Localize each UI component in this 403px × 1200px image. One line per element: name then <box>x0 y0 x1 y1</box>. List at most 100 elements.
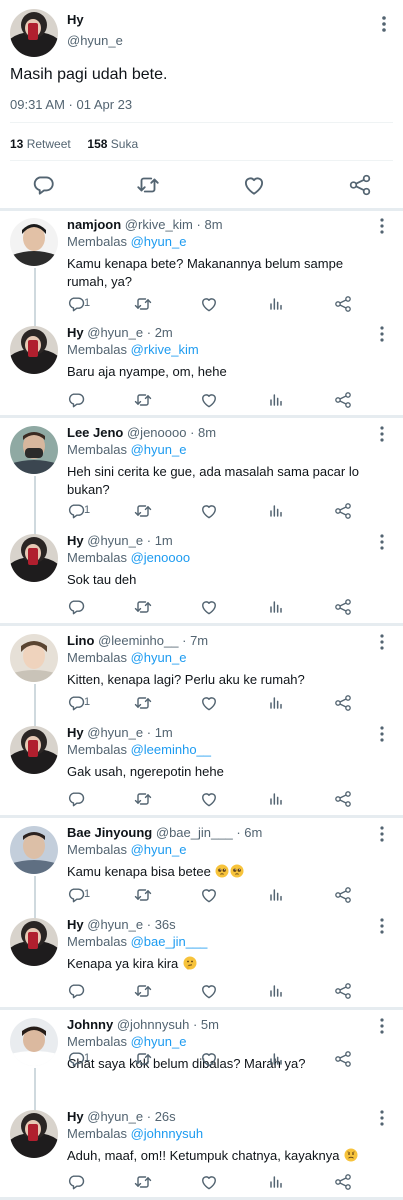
reply-author-handle[interactable]: @hyun_e <box>87 533 143 548</box>
more-icon[interactable] <box>374 217 390 235</box>
heart-icon[interactable] <box>199 294 219 314</box>
reply-age[interactable]: 8m <box>198 425 216 440</box>
reply-author-name[interactable]: Lino <box>67 633 94 648</box>
more-icon[interactable] <box>372 14 396 34</box>
analytics-icon[interactable] <box>266 693 286 713</box>
heart-icon[interactable] <box>199 390 219 410</box>
replying-to-handle[interactable]: @hyun_e <box>131 442 187 457</box>
reply-tweet[interactable]: Hy @hyun_e · 1m Membalas @leeminho__ Gak… <box>0 718 403 814</box>
replying-to-handle[interactable]: @hyun_e <box>131 650 187 665</box>
retweet-count[interactable]: 13 <box>10 137 23 151</box>
reply-tweet[interactable]: Bae Jinyoung @bae_jin___ · 6m Membalas @… <box>0 818 403 914</box>
share-icon[interactable] <box>333 597 353 617</box>
avatar[interactable] <box>10 918 58 966</box>
retweet-icon[interactable] <box>133 390 153 410</box>
reply-author-name[interactable]: Bae Jinyoung <box>67 825 152 840</box>
avatar[interactable] <box>10 1110 58 1158</box>
retweet-icon[interactable] <box>135 172 161 198</box>
reply-icon[interactable]: 1 <box>66 885 90 905</box>
reply-author-handle[interactable]: @hyun_e <box>87 917 143 932</box>
reply-tweet[interactable]: Johnny @johnnysuh · 5m Membalas @hyun_e … <box>0 1010 403 1106</box>
reply-author-handle[interactable]: @hyun_e <box>87 725 143 740</box>
reply-age[interactable]: 8m <box>204 217 222 232</box>
tweet-timestamp[interactable]: 09:31 AM · 01 Apr 23 <box>10 97 132 112</box>
replying-to-handle[interactable]: @hyun_e <box>131 1034 187 1049</box>
share-icon[interactable] <box>333 693 353 713</box>
reply-age[interactable]: 1m <box>155 725 173 740</box>
retweet-icon[interactable] <box>133 294 153 314</box>
reply-icon[interactable]: 1 <box>66 693 90 713</box>
reply-age[interactable]: 6m <box>244 825 262 840</box>
reply-author-handle[interactable]: @rkive_kim <box>125 217 193 232</box>
analytics-icon[interactable] <box>266 1172 286 1192</box>
share-icon[interactable] <box>333 981 353 1001</box>
analytics-icon[interactable] <box>266 789 286 809</box>
more-icon[interactable] <box>374 725 390 743</box>
reply-icon[interactable] <box>66 789 86 809</box>
analytics-icon[interactable] <box>266 981 286 1001</box>
reply-icon[interactable] <box>30 172 56 198</box>
reply-author-handle[interactable]: @bae_jin___ <box>156 825 233 840</box>
reply-author-name[interactable]: Hy <box>67 917 84 932</box>
reply-tweet[interactable]: Lee Jeno @jenoooo · 8m Membalas @hyun_e … <box>0 418 403 519</box>
heart-icon[interactable] <box>199 693 219 713</box>
heart-icon[interactable] <box>199 1172 219 1192</box>
heart-icon[interactable] <box>199 501 219 521</box>
reply-age[interactable]: 1m <box>155 533 173 548</box>
avatar[interactable] <box>10 426 58 474</box>
reply-icon[interactable]: 1 <box>66 501 90 521</box>
reply-icon[interactable] <box>66 390 86 410</box>
retweet-label[interactable]: Retweet <box>27 137 71 151</box>
share-icon[interactable] <box>347 172 373 198</box>
heart-icon[interactable] <box>199 885 219 905</box>
share-icon[interactable] <box>333 294 353 314</box>
reply-age[interactable]: 7m <box>190 633 208 648</box>
analytics-icon[interactable] <box>266 1049 286 1069</box>
reply-author-name[interactable]: Lee Jeno <box>67 425 123 440</box>
share-icon[interactable] <box>333 501 353 521</box>
retweet-icon[interactable] <box>133 885 153 905</box>
analytics-icon[interactable] <box>266 294 286 314</box>
reply-tweet[interactable]: namjoon @rkive_kim · 8m Membalas @hyun_e… <box>0 210 403 312</box>
more-icon[interactable] <box>374 917 390 935</box>
replying-to-handle[interactable]: @bae_jin___ <box>131 934 208 949</box>
reply-author-name[interactable]: namjoon <box>67 217 121 232</box>
reply-tweet[interactable]: Lino @leeminho__ · 7m Membalas @hyun_e K… <box>0 626 403 722</box>
reply-icon[interactable] <box>66 597 86 617</box>
share-icon[interactable] <box>333 885 353 905</box>
share-icon[interactable] <box>333 789 353 809</box>
avatar[interactable] <box>10 826 58 874</box>
more-icon[interactable] <box>374 1109 390 1127</box>
reply-author-name[interactable]: Hy <box>67 325 84 340</box>
analytics-icon[interactable] <box>266 390 286 410</box>
reply-age[interactable]: 2m <box>155 325 173 340</box>
avatar[interactable] <box>10 634 58 682</box>
heart-icon[interactable] <box>199 981 219 1001</box>
replying-to-handle[interactable]: @hyun_e <box>131 842 187 857</box>
reply-author-name[interactable]: Hy <box>67 1109 84 1124</box>
reply-tweet[interactable]: Hy @hyun_e · 26s Membalas @johnnysuh Adu… <box>0 1102 403 1198</box>
author-name[interactable]: Hy <box>67 12 84 27</box>
retweet-icon[interactable] <box>133 1172 153 1192</box>
retweet-icon[interactable] <box>133 597 153 617</box>
reply-author-name[interactable]: Johnny <box>67 1017 113 1032</box>
replying-to-handle[interactable]: @jenoooo <box>131 550 190 565</box>
reply-author-handle[interactable]: @leeminho__ <box>98 633 178 648</box>
avatar[interactable] <box>10 9 58 57</box>
avatar[interactable] <box>10 1018 58 1066</box>
share-icon[interactable] <box>333 1049 353 1069</box>
heart-icon[interactable] <box>199 597 219 617</box>
retweet-icon[interactable] <box>133 789 153 809</box>
heart-icon[interactable] <box>241 172 267 198</box>
avatar[interactable] <box>10 326 58 374</box>
reply-author-handle[interactable]: @jenoooo <box>127 425 186 440</box>
author-handle[interactable]: @hyun_e <box>67 33 123 48</box>
avatar[interactable] <box>10 218 58 266</box>
heart-icon[interactable] <box>199 789 219 809</box>
replying-to-handle[interactable]: @leeminho__ <box>131 742 211 757</box>
retweet-icon[interactable] <box>133 1049 153 1069</box>
reply-author-handle[interactable]: @hyun_e <box>87 325 143 340</box>
retweet-icon[interactable] <box>133 693 153 713</box>
more-icon[interactable] <box>374 825 390 843</box>
heart-icon[interactable] <box>199 1049 219 1069</box>
